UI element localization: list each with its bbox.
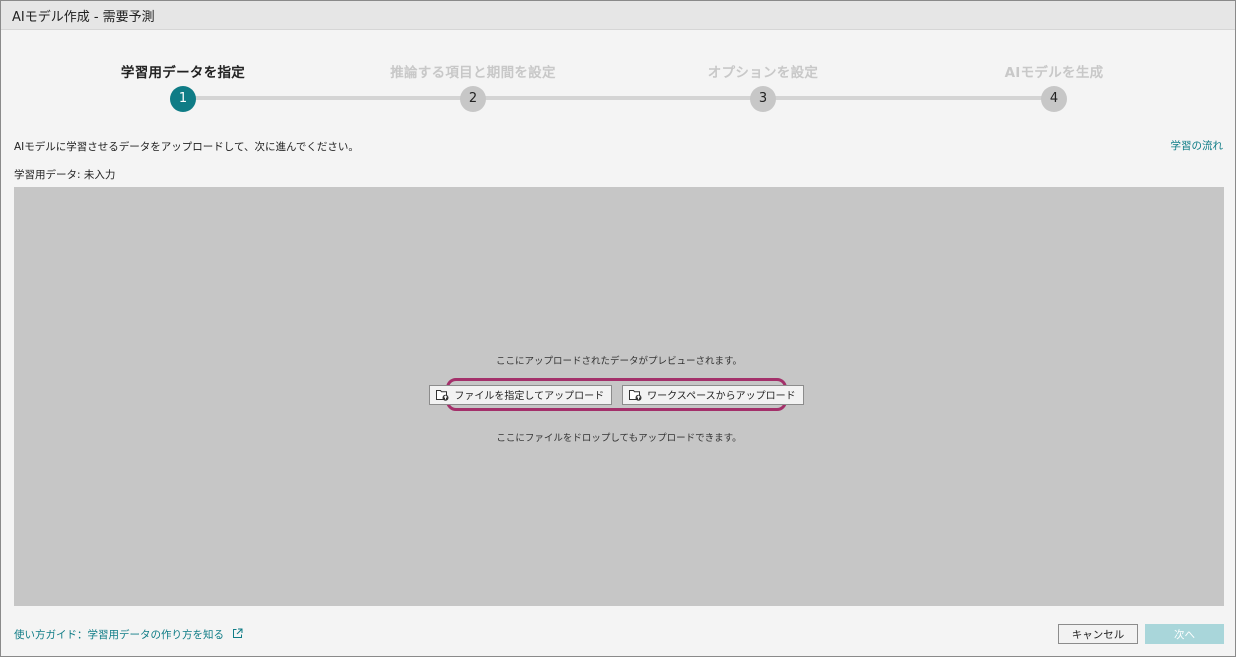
window-title: AIモデル作成 - 需要予測 [12, 9, 155, 25]
training-data-status: 学習用データ: 未入力 [14, 169, 116, 181]
step-connector [473, 96, 763, 100]
upload-buttons-highlight: ファイルを指定してアップロード ワークスペースからアップロード [429, 378, 804, 411]
guide-link-label: 使い方ガイド：学習用データの作り方を知る [14, 629, 224, 641]
upload-file-label: ファイルを指定してアップロード [454, 391, 605, 402]
progress-stepper: 学習用データを指定 1 推論する項目と期間を設定 2 オプションを設定 3 AI… [1, 30, 1235, 120]
folder-upload-icon [436, 389, 449, 401]
step-number-badge: 1 [170, 86, 196, 112]
step-connector [763, 96, 1054, 100]
step-label: AIモデルを生成 [1004, 65, 1104, 81]
instruction-text: AIモデルに学習させるデータをアップロードして、次に進んでください。 [14, 141, 359, 153]
upload-from-workspace-button[interactable]: ワークスペースからアップロード [622, 384, 804, 405]
preview-placeholder-text: ここにアップロードされたデータがプレビューされます。 [495, 356, 743, 367]
usage-guide-link[interactable]: 使い方ガイド：学習用データの作り方を知る [14, 627, 243, 642]
step-label: 推論する項目と期間を設定 [390, 65, 556, 81]
upload-workspace-label: ワークスペースからアップロード [647, 391, 796, 402]
next-button[interactable]: 次へ [1145, 624, 1224, 644]
step-number-badge: 4 [1041, 86, 1067, 112]
title-bar: AIモデル作成 - 需要予測 [1, 1, 1235, 30]
step-number-badge: 3 [750, 86, 776, 112]
step-number-badge: 2 [460, 86, 486, 112]
external-link-icon [232, 628, 243, 642]
step-label: 学習用データを指定 [120, 65, 246, 81]
learning-flow-link[interactable]: 学習の流れ [1171, 138, 1224, 153]
data-preview-dropzone[interactable]: ここにアップロードされたデータがプレビューされます。 ファイルを指定してアップロ… [14, 187, 1224, 606]
folder-upload-icon [629, 389, 642, 401]
step-label: オプションを設定 [707, 65, 819, 81]
cancel-button[interactable]: キャンセル [1058, 624, 1138, 644]
upload-file-button[interactable]: ファイルを指定してアップロード [429, 384, 613, 405]
drop-hint-text: ここにファイルをドロップしてもアップロードできます。 [496, 433, 742, 444]
dialog-window: AIモデル作成 - 需要予測 学習用データを指定 1 推論する項目と期間を設定 … [0, 0, 1236, 657]
step-connector [183, 96, 473, 100]
